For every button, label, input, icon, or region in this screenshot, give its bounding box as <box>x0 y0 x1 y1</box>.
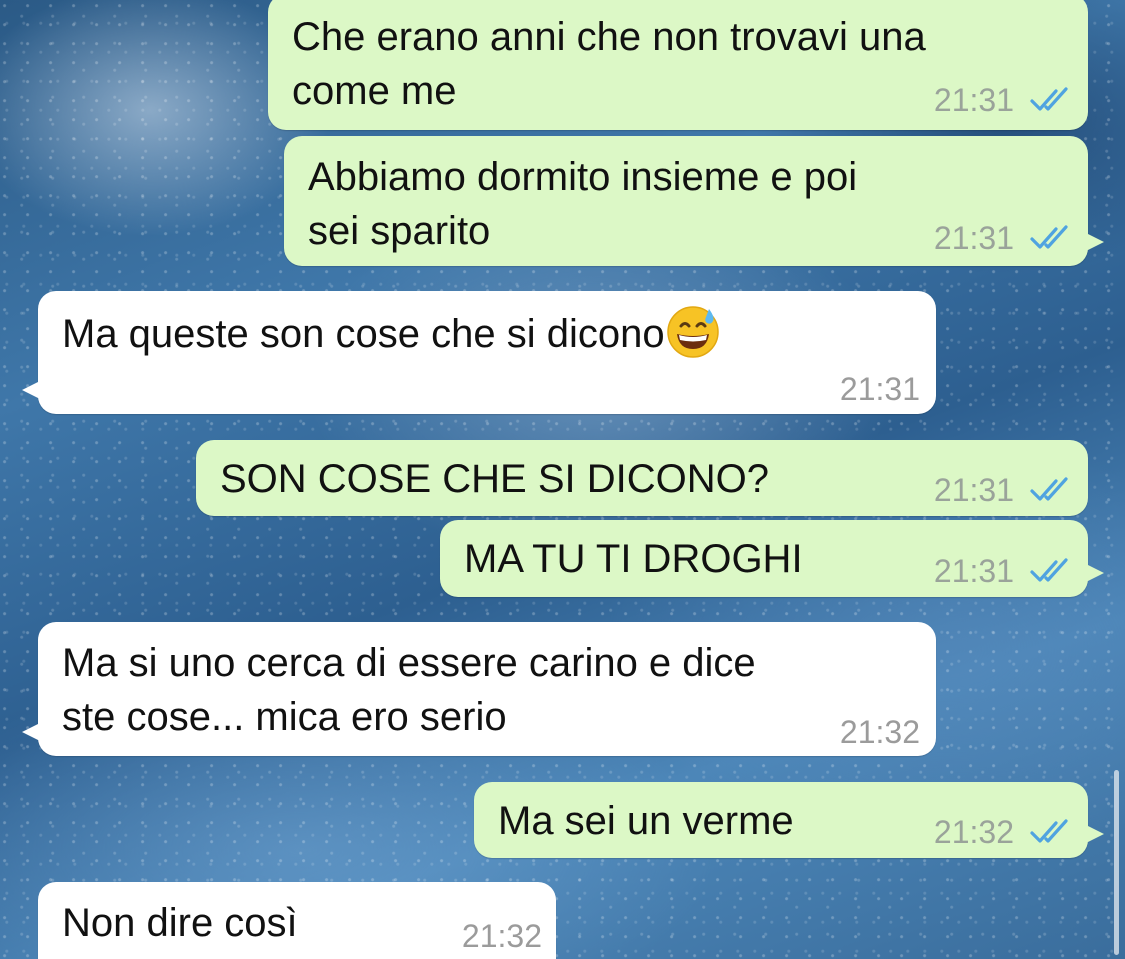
message-bubble-outgoing[interactable]: Che erano anni che non trovavi una come … <box>268 0 1088 130</box>
message-time: 21:31 <box>933 82 1014 118</box>
read-ticks-icon <box>1030 558 1068 582</box>
read-ticks-icon <box>1030 477 1068 501</box>
message-bubble-incoming[interactable]: Non dire così 21:32 <box>38 882 556 959</box>
message-time: 21:32 <box>461 918 542 954</box>
message-time: 21:31 <box>839 371 920 407</box>
read-ticks-icon <box>1030 87 1068 111</box>
message-time: 21:31 <box>933 553 1014 589</box>
message-text: MA TU TI DROGHI <box>464 537 803 581</box>
message-text: Ma sei un verme <box>498 799 794 843</box>
message-time: 21:32 <box>933 814 1014 850</box>
message-meta: 21:31 <box>934 82 1074 118</box>
message-meta: 21:31 <box>934 220 1074 256</box>
message-text: Ma si uno cerca di essere carino e dice … <box>62 641 756 739</box>
message-time: 21:31 <box>933 472 1014 508</box>
read-ticks-icon <box>1030 819 1068 843</box>
message-meta: 21:32 <box>462 918 542 954</box>
message-text: SON COSE CHE SI DICONO? <box>220 457 769 501</box>
message-bubble-incoming[interactable]: Ma si uno cerca di essere carino e dice … <box>22 622 936 756</box>
message-meta: 21:32 <box>934 814 1074 850</box>
message-meta: 21:31 <box>934 553 1074 589</box>
message-text: Che erano anni che non trovavi una come … <box>292 15 926 113</box>
message-time: 21:31 <box>933 220 1014 256</box>
message-text: Ma queste son cose che si dicono <box>62 303 721 361</box>
bubble-tail <box>22 722 42 742</box>
message-text: Non dire così <box>62 901 298 945</box>
scrollbar[interactable] <box>1114 770 1119 955</box>
message-bubble-incoming[interactable]: Ma queste son cose che si dicono 21:31 <box>22 291 936 414</box>
message-text: Abbiamo dormito insieme e poi sei sparit… <box>308 155 858 253</box>
bubble-tail <box>1084 563 1104 583</box>
message-bubble-outgoing[interactable]: Abbiamo dormito insieme e poi sei sparit… <box>284 136 1104 266</box>
bubble-tail <box>1084 232 1104 252</box>
message-meta: 21:31 <box>934 472 1074 508</box>
bubble-tail <box>1084 824 1104 844</box>
message-bubble-outgoing[interactable]: Ma sei un verme 21:32 <box>474 782 1104 858</box>
message-meta: 21:32 <box>840 714 920 750</box>
message-time: 21:32 <box>839 714 920 750</box>
message-bubble-outgoing[interactable]: MA TU TI DROGHI 21:31 <box>440 520 1104 597</box>
message-bubble-outgoing[interactable]: SON COSE CHE SI DICONO? 21:31 <box>196 440 1088 516</box>
read-ticks-icon <box>1030 225 1068 249</box>
grinning-face-with-sweat-emoji <box>666 306 719 358</box>
message-text-body: Ma queste son cose che si dicono <box>62 312 665 356</box>
bubble-tail <box>22 380 42 400</box>
message-meta: 21:31 <box>840 371 920 407</box>
